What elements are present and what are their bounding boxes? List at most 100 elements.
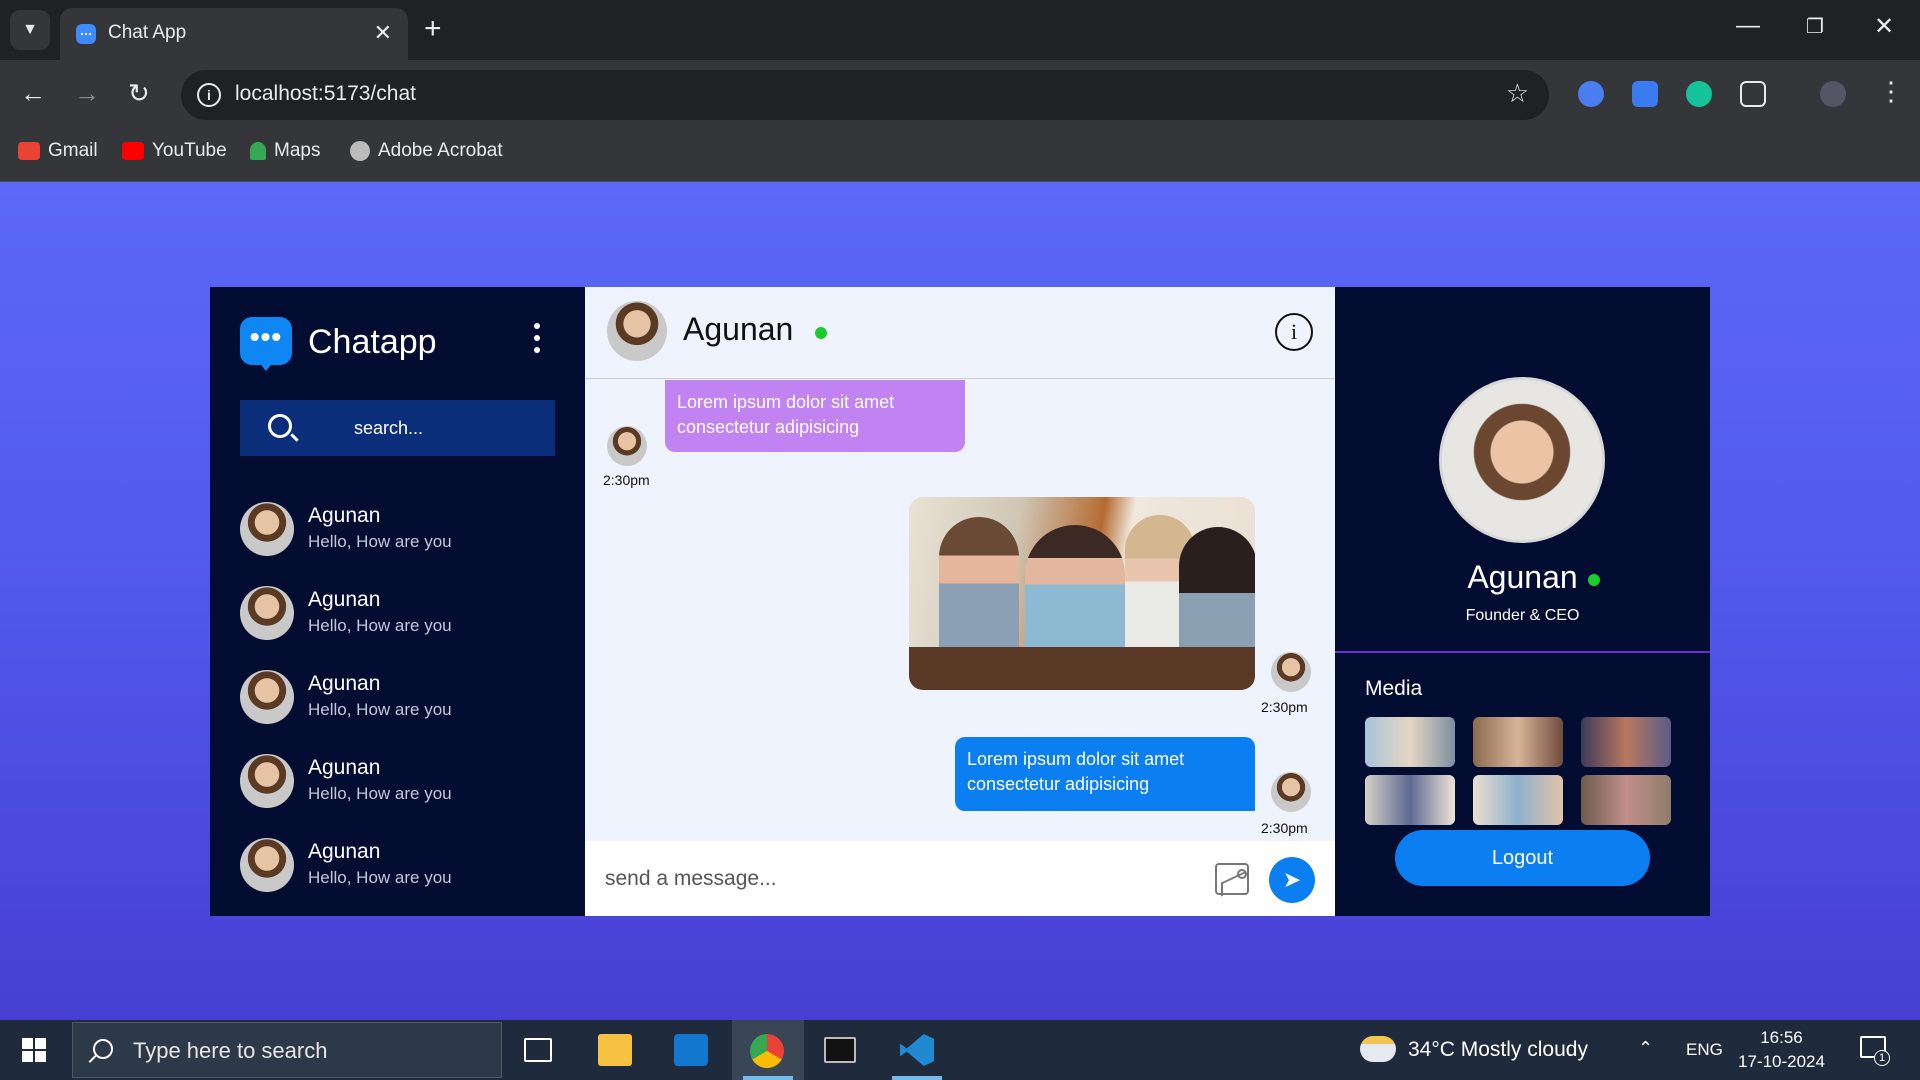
vscode-icon[interactable]	[900, 1034, 934, 1066]
windows-start-icon[interactable]	[22, 1038, 46, 1062]
contact-last-message: Hello, How are you	[308, 700, 452, 719]
search-icon[interactable]	[268, 414, 292, 438]
search-input[interactable]	[316, 410, 536, 446]
avatar	[607, 426, 647, 466]
file-explorer-icon[interactable]	[598, 1034, 632, 1066]
reload-icon[interactable]: ↻	[128, 78, 150, 109]
address-bar[interactable]: i localhost:5173/chat ☆	[181, 70, 1549, 120]
maps-icon	[250, 142, 266, 160]
media-thumbnail[interactable]	[1473, 775, 1563, 825]
contact-name: Agunan	[308, 756, 381, 779]
contact-name: Agunan	[308, 840, 381, 863]
avatar	[1271, 772, 1311, 812]
forward-icon[interactable]: →	[74, 78, 100, 109]
contact-item[interactable]: Agunan Hello, How are you	[240, 668, 555, 728]
profile-avatar-icon[interactable]	[1820, 81, 1846, 107]
clock[interactable]: 16:56 17-10-2024	[1738, 1026, 1825, 1074]
bookmark-maps[interactable]: Maps	[250, 140, 320, 162]
send-plane-icon: ➤	[1282, 867, 1302, 892]
page-viewport: ••• Chatapp Agunan Hello, How are you Ag…	[0, 182, 1920, 1020]
contact-last-message: Hello, How are you	[308, 532, 452, 551]
media-thumbnail[interactable]	[1581, 717, 1671, 767]
avatar	[240, 586, 294, 640]
new-tab-button[interactable]: +	[424, 12, 442, 46]
outlook-icon[interactable]	[674, 1034, 708, 1066]
chat-favicon-icon	[76, 24, 96, 44]
more-options-icon[interactable]	[532, 323, 542, 353]
online-status-dot	[815, 327, 827, 339]
avatar[interactable]	[607, 301, 667, 361]
chrome-icon[interactable]	[750, 1034, 784, 1068]
media-thumbnail[interactable]	[1581, 775, 1671, 825]
chat-app: ••• Chatapp Agunan Hello, How are you Ag…	[210, 287, 1710, 916]
close-window-icon[interactable]: ✕	[1874, 12, 1894, 41]
message-bubble-sent: Lorem ipsum dolor sit amet consectetur a…	[955, 737, 1255, 811]
message-time: 2:30pm	[603, 472, 650, 488]
message-list[interactable]: Lorem ipsum dolor sit amet consectetur a…	[585, 380, 1335, 836]
bookmark-star-icon[interactable]: ☆	[1506, 78, 1529, 109]
task-view-icon[interactable]	[524, 1038, 552, 1062]
bookmark-youtube[interactable]: YouTube	[122, 140, 227, 162]
browser-menu-icon[interactable]: ⋮	[1878, 76, 1904, 107]
bookmark-label: Adobe Acrobat	[378, 140, 503, 161]
extensions-puzzle-icon[interactable]	[1740, 81, 1766, 107]
contact-item[interactable]: Agunan Hello, How are you	[240, 836, 555, 896]
message-time: 2:30pm	[1261, 820, 1308, 836]
photo-table	[909, 647, 1255, 690]
browser-toolbar: ← → ↻ i localhost:5173/chat ☆ ⋮	[0, 60, 1920, 130]
terminal-icon[interactable]	[824, 1037, 856, 1063]
url-text[interactable]: localhost:5173/chat	[235, 82, 416, 106]
extension-analytics-icon[interactable]	[1578, 81, 1604, 107]
bookmark-adobe-acrobat[interactable]: Adobe Acrobat	[350, 140, 503, 162]
avatar	[240, 670, 294, 724]
tab-title: Chat App	[108, 22, 187, 43]
browser-tab[interactable]: Chat App ✕	[60, 8, 408, 60]
logout-button[interactable]: Logout	[1395, 830, 1650, 886]
contact-item[interactable]: Agunan Hello, How are you	[240, 584, 555, 644]
avatar	[240, 502, 294, 556]
media-title: Media	[1365, 677, 1423, 700]
contact-item[interactable]: Agunan Hello, How are you	[240, 752, 555, 812]
grammarly-icon[interactable]	[1686, 81, 1712, 107]
attach-image-icon[interactable]	[1215, 863, 1249, 895]
chat-panel: Agunan i Lorem ipsum dolor sit amet cons…	[585, 287, 1335, 916]
media-thumbnail[interactable]	[1365, 717, 1455, 767]
bookmark-gmail[interactable]: Gmail	[18, 140, 98, 162]
extension-docs-icon[interactable]	[1632, 81, 1658, 107]
message-composer: ➤	[585, 841, 1335, 916]
vscode-active-indicator	[892, 1076, 942, 1080]
search-bar	[240, 400, 555, 456]
message-image[interactable]	[909, 497, 1255, 690]
gmail-icon	[18, 142, 40, 160]
divider	[1335, 651, 1710, 653]
show-hidden-icons-icon[interactable]: ⌃	[1638, 1038, 1653, 1059]
chrome-active-indicator	[743, 1076, 793, 1080]
media-thumbnail[interactable]	[1365, 775, 1455, 825]
contact-name: Agunan	[308, 504, 381, 527]
message-bubble-received: Lorem ipsum dolor sit amet consectetur a…	[665, 380, 965, 452]
bookmark-label: Maps	[274, 140, 321, 161]
contact-item[interactable]: Agunan Hello, How are you	[240, 500, 555, 560]
tab-search-button[interactable]: ▼	[10, 10, 50, 50]
back-icon[interactable]: ←	[20, 78, 46, 109]
sidebar: ••• Chatapp Agunan Hello, How are you Ag…	[210, 287, 585, 916]
language-indicator[interactable]: ENG	[1686, 1040, 1723, 1060]
info-icon[interactable]: i	[1275, 313, 1313, 351]
profile-role: Founder & CEO	[1465, 607, 1580, 624]
taskbar-search-placeholder: Type here to search	[133, 1038, 328, 1063]
clock-date: 17-10-2024	[1738, 1052, 1825, 1071]
online-status-dot	[1587, 574, 1600, 586]
avatar	[240, 754, 294, 808]
restore-icon[interactable]: ❐	[1806, 14, 1824, 39]
message-input[interactable]	[605, 859, 1165, 899]
site-info-icon[interactable]: i	[197, 83, 221, 107]
close-tab-icon[interactable]: ✕	[374, 20, 392, 46]
bookmarks-bar: Gmail YouTube Maps Adobe Acrobat	[0, 130, 1920, 182]
send-button[interactable]: ➤	[1269, 857, 1315, 903]
weather-text[interactable]: 34°C Mostly cloudy	[1408, 1038, 1588, 1062]
search-icon	[93, 1039, 113, 1059]
bookmark-label: Gmail	[48, 140, 98, 161]
taskbar-search[interactable]: Type here to search	[72, 1022, 502, 1078]
minimize-icon[interactable]: —	[1736, 12, 1760, 40]
media-thumbnail[interactable]	[1473, 717, 1563, 767]
